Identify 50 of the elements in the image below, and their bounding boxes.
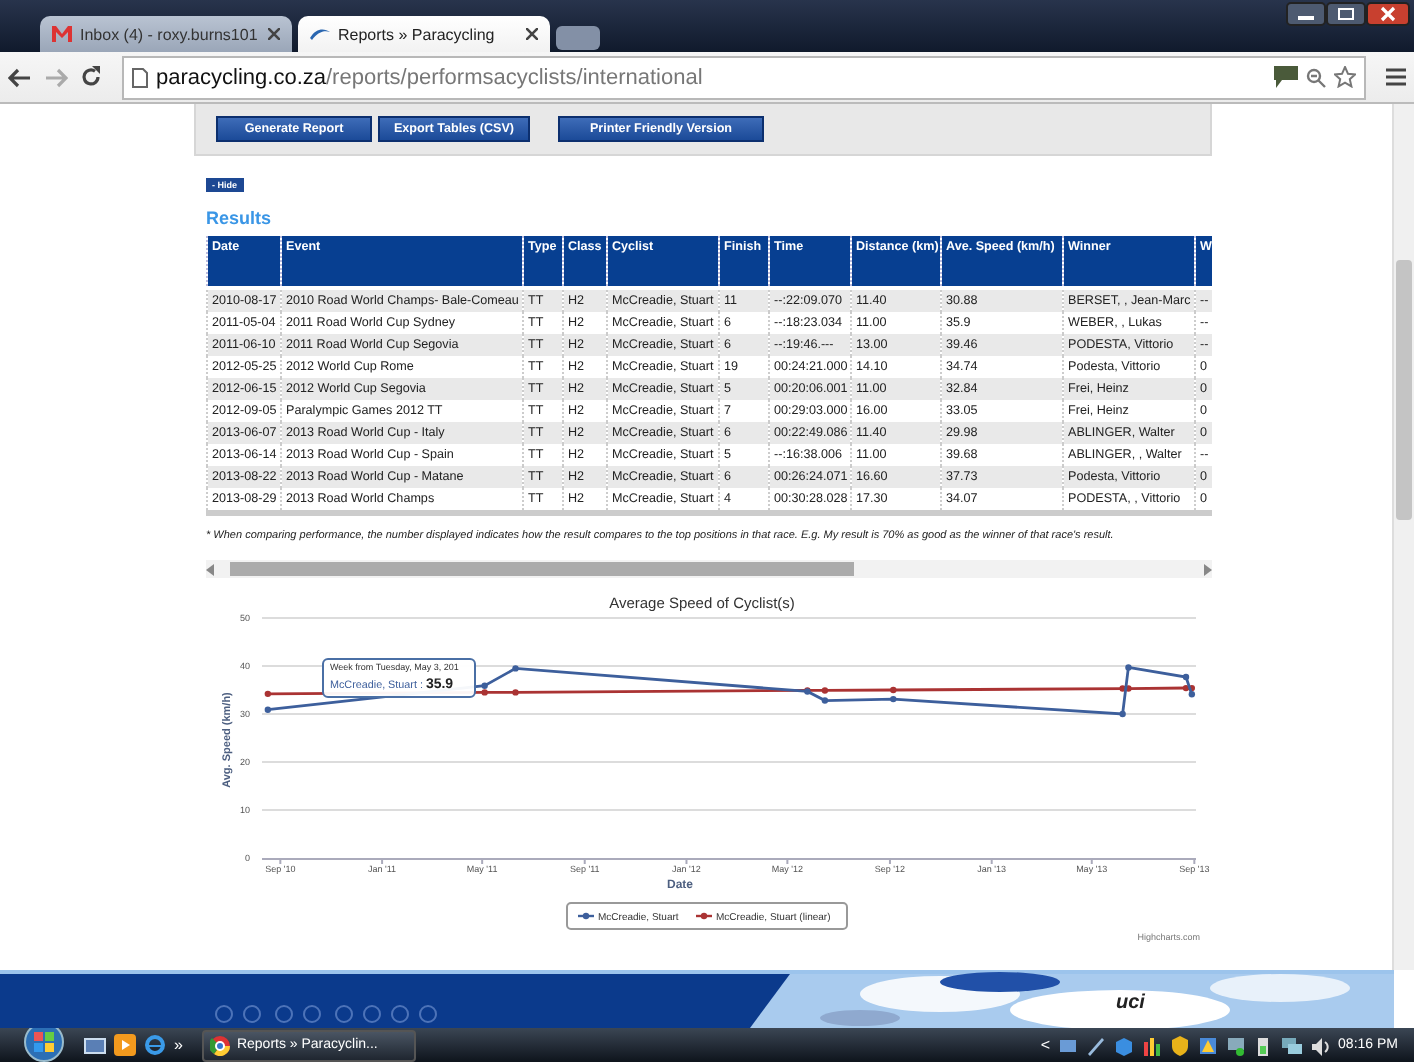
data-point bbox=[264, 690, 272, 698]
close-icon[interactable] bbox=[526, 28, 538, 40]
back-icon[interactable] bbox=[8, 67, 32, 87]
url-path: /reports/performsacyclists/international bbox=[326, 65, 703, 89]
scrollbar-thumb[interactable] bbox=[1396, 260, 1412, 520]
scroll-left-icon[interactable] bbox=[206, 563, 216, 575]
mail-icon bbox=[52, 26, 72, 42]
page-icon bbox=[132, 67, 148, 87]
address-bar[interactable]: paracycling.co.za/reports/performsacyclists/international bbox=[122, 55, 1366, 99]
uci-logo: uci bbox=[1116, 992, 1145, 1014]
scroll-right-icon[interactable] bbox=[1202, 563, 1212, 575]
speech-bubble-icon[interactable] bbox=[1274, 66, 1298, 88]
menu-icon[interactable] bbox=[1386, 68, 1406, 86]
url-host: paracycling.co.za bbox=[156, 65, 326, 89]
vertical-scrollbar[interactable] bbox=[1392, 104, 1414, 970]
start-orb-icon[interactable] bbox=[24, 1022, 64, 1062]
data-point bbox=[512, 665, 519, 672]
swoosh-icon bbox=[310, 28, 330, 40]
shield-icon[interactable] bbox=[1170, 1035, 1191, 1055]
restore-icon[interactable] bbox=[1326, 2, 1366, 26]
data-point bbox=[512, 689, 519, 696]
data-point bbox=[821, 687, 829, 694]
data-point bbox=[1182, 673, 1190, 681]
media-player-icon[interactable] bbox=[114, 1034, 136, 1056]
zoom-icon[interactable] bbox=[1306, 67, 1326, 87]
reload-icon[interactable] bbox=[80, 66, 102, 88]
star-icon[interactable] bbox=[1334, 66, 1356, 88]
legend-marker-icon bbox=[578, 912, 594, 920]
data-point bbox=[1125, 664, 1132, 671]
section-heading: Results bbox=[206, 208, 274, 228]
browser-icon bbox=[210, 1035, 231, 1055]
data-point bbox=[821, 697, 829, 704]
warning-icon[interactable] bbox=[1198, 1035, 1219, 1055]
browser-tab[interactable]: Reports » Paracycling bbox=[298, 16, 550, 52]
speaker-icon[interactable] bbox=[1310, 1035, 1331, 1055]
overflow-chevron[interactable]: » bbox=[174, 1036, 183, 1054]
data-point bbox=[264, 706, 272, 713]
minimize-icon[interactable] bbox=[1286, 2, 1326, 26]
globe-icon[interactable] bbox=[144, 1034, 166, 1056]
new-tab-button[interactable] bbox=[556, 26, 600, 50]
chart-icon[interactable] bbox=[1142, 1035, 1163, 1055]
scrollbar-thumb[interactable] bbox=[230, 562, 854, 576]
tray-expand-button[interactable]: < bbox=[1040, 1036, 1051, 1054]
data-point bbox=[804, 688, 811, 695]
legend-marker-icon bbox=[696, 912, 712, 920]
monitor-icon[interactable] bbox=[1226, 1035, 1247, 1055]
browser-tab[interactable]: Inbox (4) - roxy.burns101 bbox=[40, 16, 292, 52]
data-point bbox=[1119, 710, 1126, 718]
close-icon[interactable] bbox=[1366, 2, 1410, 26]
desktop-icon[interactable] bbox=[84, 1035, 106, 1055]
